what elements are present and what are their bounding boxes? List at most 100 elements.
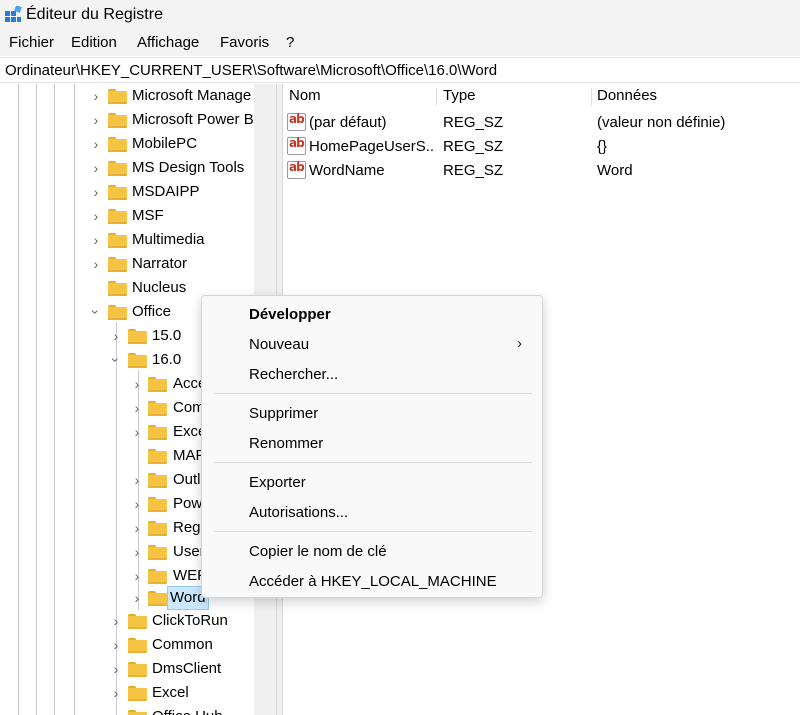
tree-node-label: Outl: [173, 471, 201, 488]
tree-node-label: MobilePC: [132, 135, 198, 152]
menu-item-label: Copier le nom de clé: [249, 543, 387, 560]
column-header-name[interactable]: Nom: [289, 87, 321, 104]
tree-node-label: Common: [152, 636, 213, 653]
chevron-down-icon[interactable]: ›: [105, 354, 127, 366]
chevron-right-icon[interactable]: ›: [90, 133, 102, 155]
folder-icon: [148, 401, 167, 416]
chevron-down-icon[interactable]: ›: [85, 306, 107, 318]
folder-icon: [128, 662, 147, 677]
chevron-right-icon[interactable]: ›: [131, 493, 143, 515]
chevron-right-icon[interactable]: ›: [131, 587, 143, 609]
tree-node[interactable]: › Office Hub: [0, 706, 254, 715]
value-row[interactable]: ab (par défaut) REG_SZ (valeur non défin…: [283, 111, 800, 135]
tree-node-label: 16.0: [152, 351, 182, 368]
chevron-right-icon[interactable]: ›: [110, 706, 122, 715]
chevron-right-icon[interactable]: ›: [131, 469, 143, 491]
chevron-right-icon[interactable]: ›: [131, 397, 143, 419]
menu-edition[interactable]: Edition: [71, 34, 117, 51]
tree-node-label: DmsClient: [152, 660, 222, 677]
tree-node-label: Regi: [173, 519, 204, 536]
menu-item-find[interactable]: Rechercher...: [202, 361, 542, 389]
value-name: WordName: [309, 162, 385, 179]
address-bar[interactable]: Ordinateur\HKEY_CURRENT_USER\Software\Mi…: [0, 57, 800, 83]
chevron-right-icon[interactable]: ›: [131, 421, 143, 443]
chevron-right-icon[interactable]: ›: [110, 610, 122, 632]
menu-item-new[interactable]: Nouveau ›: [202, 331, 542, 359]
folder-icon: [108, 161, 127, 176]
address-path[interactable]: Ordinateur\HKEY_CURRENT_USER\Software\Mi…: [5, 62, 497, 79]
chevron-right-icon[interactable]: ›: [110, 325, 122, 347]
folder-icon: [148, 473, 167, 488]
tree-node-label: 15.0: [152, 327, 182, 344]
tree-node[interactable]: › MSF: [0, 205, 254, 227]
folder-icon: [108, 257, 127, 272]
menu-item-label: Exporter: [249, 474, 306, 491]
tree-node[interactable]: › MSDAIPP: [0, 181, 254, 203]
chevron-right-icon[interactable]: ›: [131, 373, 143, 395]
menu-item-goto-hklm[interactable]: Accéder à HKEY_LOCAL_MACHINE: [202, 568, 542, 596]
value-name: HomePageUserS...: [309, 138, 435, 155]
menu-item-label: Autorisations...: [249, 504, 349, 521]
tree-node[interactable]: › MS Design Tools: [0, 157, 254, 179]
tree-node[interactable]: › Common: [0, 634, 254, 656]
chevron-right-icon[interactable]: ›: [110, 634, 122, 656]
tree-node[interactable]: › Microsoft Manage: [0, 85, 254, 107]
tree-node[interactable]: › ClickToRun: [0, 610, 254, 632]
chevron-right-icon[interactable]: ›: [90, 181, 102, 203]
chevron-right-icon[interactable]: ›: [110, 682, 122, 704]
chevron-right-icon[interactable]: ›: [131, 517, 143, 539]
folder-icon: [148, 521, 167, 536]
value-data: Word: [597, 162, 633, 179]
column-header-type[interactable]: Type: [443, 87, 476, 104]
folder-icon: [148, 377, 167, 392]
folder-icon: [148, 425, 167, 440]
folder-icon: [148, 545, 167, 560]
menu-item-label: Nouveau: [249, 336, 310, 353]
folder-icon: [128, 329, 147, 344]
menu-item-delete[interactable]: Supprimer: [202, 400, 542, 428]
tree-node[interactable]: › Narrator: [0, 253, 254, 275]
menu-separator: [214, 393, 532, 394]
column-separator[interactable]: [591, 88, 592, 106]
tree-node[interactable]: › Multimedia: [0, 229, 254, 251]
chevron-right-icon[interactable]: ›: [110, 658, 122, 680]
chevron-right-icon[interactable]: ›: [90, 205, 102, 227]
value-data: (valeur non définie): [597, 114, 726, 131]
menu-item-rename[interactable]: Renommer: [202, 430, 542, 458]
window-title: Éditeur du Registre: [26, 6, 163, 23]
tree-node[interactable]: › DmsClient: [0, 658, 254, 680]
chevron-right-icon[interactable]: ›: [90, 253, 102, 275]
menu-affichage[interactable]: Affichage: [137, 34, 199, 51]
column-header-data[interactable]: Données: [597, 87, 657, 104]
folder-icon: [108, 209, 127, 224]
string-value-icon: ab: [287, 136, 306, 155]
chevron-right-icon[interactable]: ›: [131, 565, 143, 587]
chevron-right-icon[interactable]: ›: [131, 541, 143, 563]
menu-item-copy-key-name[interactable]: Copier le nom de clé: [202, 538, 542, 566]
folder-icon: [108, 89, 127, 104]
menu-item-export[interactable]: Exporter: [202, 469, 542, 497]
menu-item-expand[interactable]: Développer: [202, 301, 542, 329]
tree-node-label: ClickToRun: [152, 612, 228, 629]
menu-favoris[interactable]: Favoris: [220, 34, 269, 51]
menu-item-permissions[interactable]: Autorisations...: [202, 499, 542, 527]
tree-node[interactable]: › MobilePC: [0, 133, 254, 155]
chevron-right-icon[interactable]: ›: [90, 229, 102, 251]
tree-node[interactable]: › Excel: [0, 682, 254, 704]
value-row[interactable]: ab WordName REG_SZ Word: [283, 159, 800, 183]
menu-item-label: Supprimer: [249, 405, 319, 422]
chevron-right-icon[interactable]: ›: [90, 85, 102, 107]
column-separator[interactable]: [436, 88, 437, 106]
menu-help[interactable]: ?: [286, 34, 294, 51]
menu-item-label: Développer: [249, 306, 331, 323]
tree-node[interactable]: › Microsoft Power B: [0, 109, 254, 131]
title-bar: Éditeur du Registre: [0, 0, 800, 30]
folder-icon: [148, 569, 167, 584]
tree-node-label: Excel: [152, 684, 189, 701]
chevron-right-icon[interactable]: ›: [90, 157, 102, 179]
folder-icon: [108, 281, 127, 296]
folder-icon: [128, 638, 147, 653]
value-row[interactable]: ab HomePageUserS... REG_SZ {}: [283, 135, 800, 159]
chevron-right-icon[interactable]: ›: [90, 109, 102, 131]
menu-fichier[interactable]: Fichier: [9, 34, 54, 51]
